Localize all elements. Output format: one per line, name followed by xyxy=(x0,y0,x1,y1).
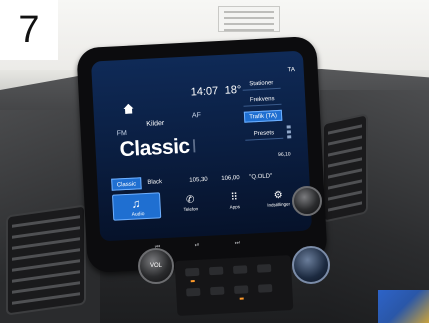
windshield-sticker xyxy=(218,6,280,32)
air-vent-left[interactable] xyxy=(6,204,86,316)
dock-apps-label: Apps xyxy=(229,204,241,210)
menu-stationer-button[interactable]: Stationer xyxy=(242,77,281,91)
dock-telefon-label: Telefon xyxy=(183,206,199,213)
preset-button-2[interactable]: Black xyxy=(147,176,162,189)
climate-control-panel xyxy=(174,255,294,316)
outside-temperature: 18° xyxy=(224,83,242,97)
preset-extra-frequency: 96,10 xyxy=(277,151,291,159)
preset-button-5[interactable]: "Q.OLD" xyxy=(249,170,273,183)
climate-button-4[interactable] xyxy=(256,264,272,273)
climate-button-5[interactable] xyxy=(186,287,201,297)
band-indicator: FM xyxy=(116,129,128,138)
climate-button-1[interactable] xyxy=(185,267,200,277)
climate-button-8[interactable] xyxy=(257,284,273,293)
tune-knob[interactable] xyxy=(292,186,322,216)
volume-knob[interactable]: VOL xyxy=(138,248,174,284)
climate-led xyxy=(239,297,244,300)
station-name: Classic xyxy=(119,134,191,162)
af-indicator: AF xyxy=(191,112,202,120)
dock-audio-button[interactable]: ♫ Audio xyxy=(111,192,162,221)
menu-trafik-button[interactable]: Trafik (TA) xyxy=(243,109,283,123)
temperature-knob[interactable] xyxy=(292,246,330,284)
infotainment-bezel: 14:07 18° TA Kilder AF FM Classic I Stat… xyxy=(76,35,328,274)
climate-button-2[interactable] xyxy=(209,266,224,276)
photo-scene: 14:07 18° TA Kilder AF FM Classic I Stat… xyxy=(0,0,429,323)
dock-telefon-button[interactable]: ✆ Telefon xyxy=(172,194,209,213)
ta-indicator: TA xyxy=(287,67,296,74)
menu-presets-button[interactable]: Presets xyxy=(244,127,284,141)
menu-scrollbar[interactable] xyxy=(286,125,292,143)
home-icon[interactable] xyxy=(123,103,134,115)
sources-button[interactable]: Kilder xyxy=(146,120,164,128)
dock-apps-button[interactable]: ⠿ Apps xyxy=(216,191,253,210)
climate-button-3[interactable] xyxy=(232,265,248,275)
preset-button-3[interactable]: 105,30 xyxy=(189,174,208,187)
object-in-corner xyxy=(378,290,429,323)
play-pause-button[interactable]: ⏯ xyxy=(195,242,200,249)
climate-button-6[interactable] xyxy=(210,286,225,296)
clock-time: 14:07 xyxy=(190,85,219,99)
volume-knob-label: VOL xyxy=(149,262,162,269)
air-vent-right[interactable] xyxy=(322,113,368,223)
menu-frekvens-button[interactable]: Frekvens xyxy=(242,93,282,107)
climate-led xyxy=(190,280,195,283)
climate-button-7[interactable] xyxy=(234,285,249,294)
step-number-badge: 7 xyxy=(0,0,58,60)
phone-icon: ✆ xyxy=(185,194,195,206)
preset-button-1[interactable]: Classic xyxy=(111,177,142,191)
preset-button-4[interactable]: 106,00 xyxy=(221,172,240,185)
next-track-button[interactable]: ⏭ xyxy=(235,240,241,247)
apps-grid-icon: ⠿ xyxy=(230,192,239,204)
station-name-ghost: I xyxy=(191,136,198,158)
dock-audio-label: Audio xyxy=(131,211,145,218)
infotainment-screen: 14:07 18° TA Kilder AF FM Classic I Stat… xyxy=(90,50,313,242)
music-note-icon: ♫ xyxy=(131,196,141,211)
